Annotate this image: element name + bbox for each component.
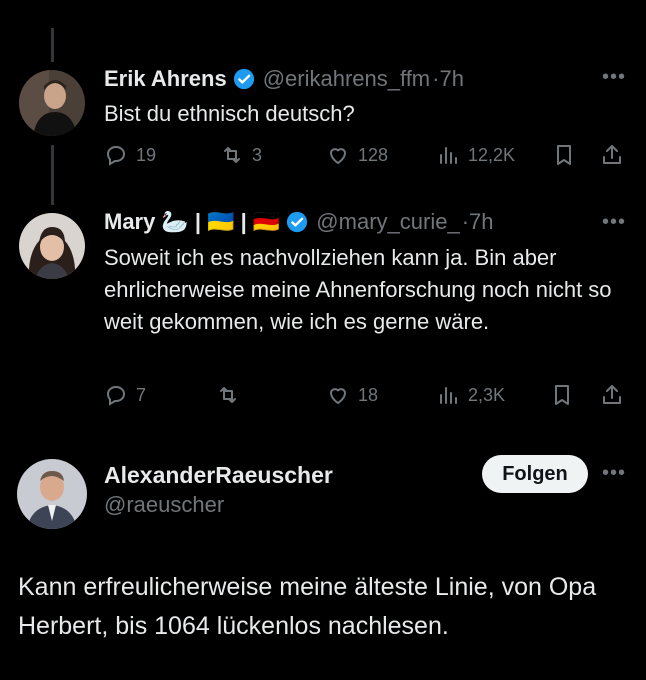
- bookmark-button[interactable]: [550, 383, 582, 407]
- like-button[interactable]: 128: [326, 143, 388, 167]
- share-button[interactable]: [600, 383, 632, 407]
- views-icon: [440, 387, 457, 404]
- tweet-header: Erik Ahrens @erikahrens_ffm ·7h: [104, 66, 464, 92]
- bookmark-icon: [557, 145, 571, 165]
- author-handle[interactable]: @raeuscher: [104, 492, 224, 518]
- author-name[interactable]: Mary: [104, 209, 155, 235]
- like-icon: [330, 148, 346, 164]
- author-name[interactable]: AlexanderRaeuscher: [104, 462, 333, 489]
- views-count: 2,3K: [468, 384, 506, 405]
- thread-line-mid: [51, 145, 54, 205]
- more-icon[interactable]: •••: [602, 211, 626, 234]
- share-button[interactable]: [600, 143, 632, 167]
- reply-count: 19: [136, 144, 157, 165]
- verified-badge-icon: [233, 68, 254, 90]
- follow-button[interactable]: Folgen: [482, 455, 588, 493]
- author-name[interactable]: Erik Ahrens: [104, 66, 227, 92]
- tweet-actions: 19 3 128 12,2K: [104, 143, 630, 173]
- reply-icon: [106, 145, 126, 166]
- like-count: 18: [358, 384, 379, 405]
- like-button[interactable]: 18: [326, 383, 378, 407]
- retweet-button[interactable]: [216, 383, 248, 407]
- tweet-text: Soweit ich es nachvollziehen kann ja. Bi…: [104, 245, 612, 334]
- tweet-actions: 7 18 2,3K: [104, 383, 630, 413]
- timestamp[interactable]: ·7h: [462, 209, 494, 235]
- retweet-icon: [220, 387, 236, 403]
- tweet-header: Mary 🦢 | 🇺🇦 | 🇩🇪 @mary_curie_ ·7h: [104, 209, 493, 235]
- reply-button[interactable]: 19: [104, 143, 156, 167]
- tweet-text: Bist du ethnisch deutsch?: [104, 101, 355, 126]
- reply-icon: [106, 385, 126, 406]
- tweet-text: Kann erfreulicherweise meine älteste Lin…: [18, 573, 597, 640]
- reply-button[interactable]: 7: [104, 383, 146, 407]
- verified-badge-icon: [287, 211, 308, 233]
- avatar[interactable]: [17, 459, 87, 529]
- more-icon[interactable]: •••: [602, 66, 626, 89]
- more-icon[interactable]: •••: [602, 462, 626, 485]
- views-button[interactable]: 12,2K: [436, 143, 515, 167]
- timestamp[interactable]: ·7h: [432, 66, 464, 92]
- views-button[interactable]: 2,3K: [436, 383, 505, 407]
- views-icon: [440, 147, 457, 164]
- bookmark-button[interactable]: [552, 143, 584, 167]
- like-icon: [330, 388, 346, 404]
- author-handle[interactable]: @erikahrens_ffm: [263, 66, 430, 92]
- name-emoji: 🦢 | 🇺🇦 | 🇩🇪: [161, 209, 281, 234]
- avatar[interactable]: [19, 213, 85, 279]
- author-handle[interactable]: @mary_curie_: [316, 209, 459, 235]
- retweet-button[interactable]: 3: [220, 143, 262, 167]
- reply-count: 7: [136, 384, 147, 405]
- like-count: 128: [358, 144, 389, 165]
- share-icon: [603, 385, 621, 404]
- retweet-count: 3: [252, 144, 263, 165]
- share-icon: [603, 145, 621, 164]
- thread-line-top: [51, 28, 54, 62]
- retweet-icon: [224, 147, 240, 163]
- avatar[interactable]: [19, 70, 85, 136]
- bookmark-icon: [555, 385, 569, 405]
- views-count: 12,2K: [468, 144, 516, 165]
